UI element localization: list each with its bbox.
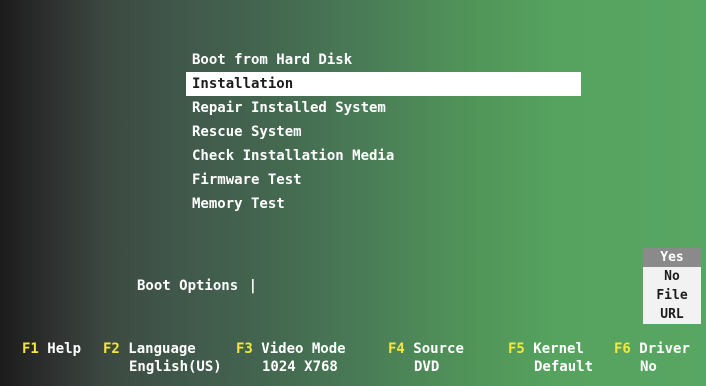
driver-option-url[interactable]: URL [643, 305, 701, 324]
fkey-language-value: English(US) [129, 359, 222, 375]
menu-item-check-installation-media[interactable]: Check Installation Media [186, 144, 581, 168]
fkey-video-mode-label: Video Mode [261, 341, 346, 357]
driver-popup: Yes No File URL [643, 248, 701, 324]
fkey-driver-label: Driver [639, 341, 690, 357]
boot-menu: Boot from Hard Disk Installation Repair … [186, 48, 581, 216]
boot-options-field[interactable]: Boot Options | [137, 278, 257, 294]
fkey-source-value: DVD [414, 359, 440, 375]
fkey-kernel-value: Default [534, 359, 594, 375]
fkey-language-label: Language [128, 341, 196, 357]
fkey-video-mode-key: F3 [236, 341, 253, 357]
fkey-language-key: F2 [103, 341, 120, 357]
text-cursor: | [248, 278, 258, 294]
fkey-source[interactable]: F4 Source DVD [388, 340, 464, 376]
driver-option-file[interactable]: File [643, 286, 701, 305]
function-key-bar: F1 Help F2 Language English(US) F3 Video… [0, 340, 706, 380]
fkey-help[interactable]: F1 Help [22, 340, 81, 358]
menu-item-memory-test[interactable]: Memory Test [186, 192, 581, 216]
menu-item-installation[interactable]: Installation [186, 72, 581, 96]
fkey-video-mode[interactable]: F3 Video Mode 1024 X768 [236, 340, 346, 376]
fkey-source-key: F4 [388, 341, 405, 357]
boot-options-label: Boot Options [137, 278, 239, 294]
menu-item-repair-installed-system[interactable]: Repair Installed System [186, 96, 581, 120]
fkey-video-mode-value: 1024 X768 [262, 359, 338, 375]
fkey-kernel[interactable]: F5 Kernel Default [508, 340, 593, 376]
fkey-language[interactable]: F2 Language English(US) [103, 340, 222, 376]
fkey-kernel-label: Kernel [533, 341, 584, 357]
fkey-driver-key: F6 [614, 341, 631, 357]
fkey-driver[interactable]: F6 Driver No [614, 340, 690, 376]
driver-option-yes[interactable]: Yes [643, 248, 701, 267]
driver-option-no[interactable]: No [643, 267, 701, 286]
fkey-kernel-key: F5 [508, 341, 525, 357]
menu-item-boot-from-hard-disk[interactable]: Boot from Hard Disk [186, 48, 581, 72]
fkey-help-label: Help [47, 341, 82, 357]
fkey-help-key: F1 [22, 341, 39, 357]
fkey-source-label: Source [413, 341, 464, 357]
fkey-driver-value: No [640, 359, 657, 375]
menu-item-rescue-system[interactable]: Rescue System [186, 120, 581, 144]
menu-item-firmware-test[interactable]: Firmware Test [186, 168, 581, 192]
